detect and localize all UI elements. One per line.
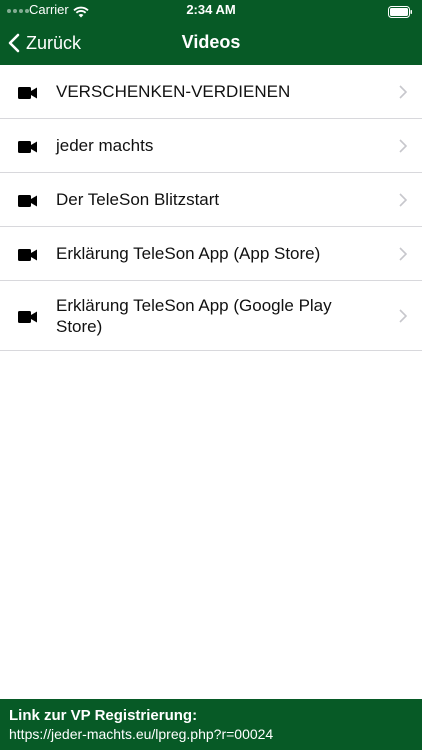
video-camera-icon [18,248,37,266]
footer-title: Link zur VP Registrierung: [9,707,198,724]
chevron-right-icon [399,308,408,328]
status-bar: Carrier 2:34 AM [0,0,422,20]
video-title: Der TeleSon Blitzstart [56,190,220,209]
video-title: VERSCHENKEN-VERDIENEN [56,82,291,101]
video-list-item[interactable]: jeder machts [0,119,422,173]
video-camera-icon [18,140,37,158]
video-list-item[interactable]: Erklärung TeleSon App (Google Play Store… [0,281,422,351]
navigation-bar: Zurück Videos [0,22,422,64]
chevron-right-icon [399,246,408,266]
video-list: VERSCHENKEN-VERDIENEN jeder machts Der T… [0,65,422,351]
battery-icon [388,4,413,24]
video-camera-icon [18,194,37,212]
chevron-right-icon [399,138,408,158]
video-list-item[interactable]: VERSCHENKEN-VERDIENEN [0,65,422,119]
video-camera-icon [18,86,37,104]
status-time: 2:34 AM [186,2,236,17]
video-title: Erklärung TeleSon App (Google Play Store… [56,295,332,336]
page-title: Videos [181,32,241,52]
video-list-item[interactable]: Erklärung TeleSon App (App Store) [0,227,422,281]
video-camera-icon [18,310,37,328]
registration-footer: Link zur VP Registrierung: https://jeder… [0,699,422,750]
chevron-right-icon [399,84,408,104]
video-title: jeder machts [56,136,154,155]
video-title: Erklärung TeleSon App (App Store) [56,244,321,263]
top-bar: Carrier 2:34 AM Zurück Videos [0,0,422,65]
registration-link[interactable]: https://jeder-machts.eu/lpreg.php?r=0002… [9,726,273,742]
chevron-right-icon [399,192,408,212]
video-list-item[interactable]: Der TeleSon Blitzstart [0,173,422,227]
